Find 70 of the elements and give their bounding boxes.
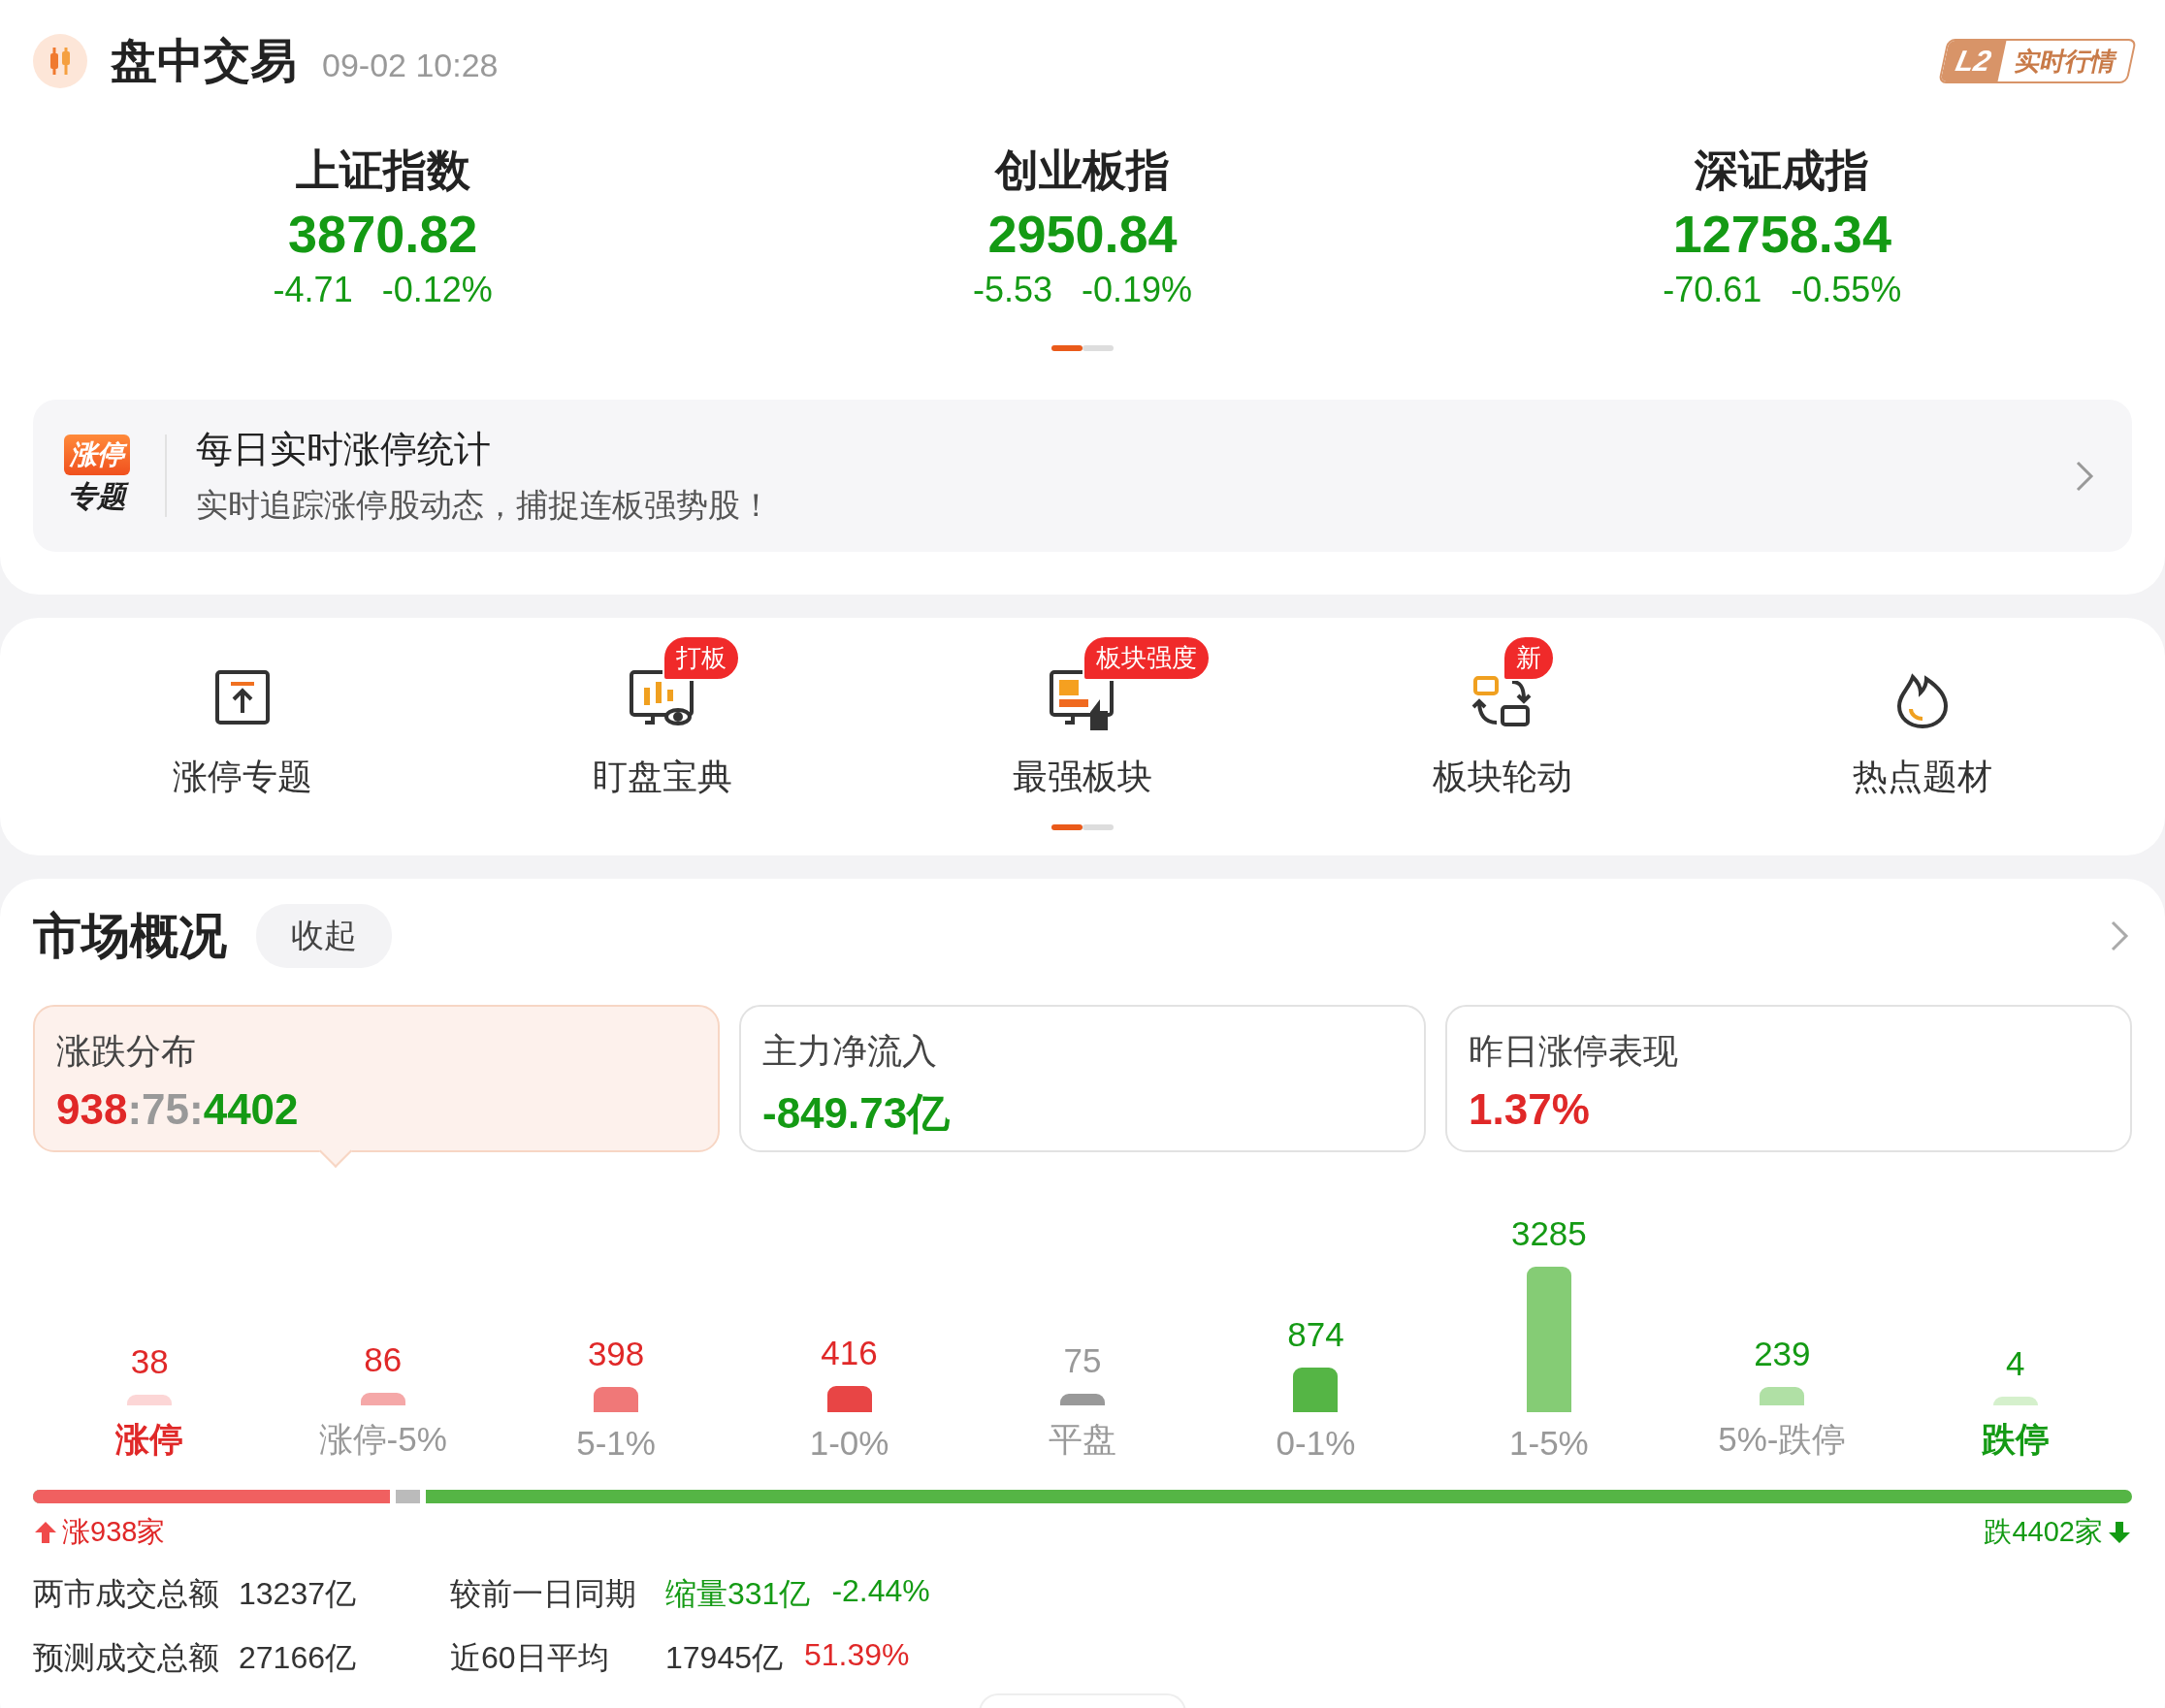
bucket-count: 416 — [821, 1334, 878, 1373]
compare-label: 近60日平均 — [450, 1639, 610, 1677]
stat-label: 主力净流入 — [762, 1030, 938, 1073]
bucket-label: 5-1% — [576, 1424, 656, 1463]
bucket-count: 239 — [1754, 1334, 1811, 1373]
bucket-count: 398 — [587, 1334, 645, 1373]
banner-title: 每日实时涨停统计 — [196, 427, 492, 471]
stat-label: 昨日涨停表现 — [1469, 1030, 1679, 1073]
shortcut-button[interactable]: 热点题材 — [1712, 631, 2132, 801]
index-name: 创业板指 — [995, 145, 1170, 197]
arrow-up-icon — [33, 1520, 58, 1545]
bucket-label: 跌停 — [1981, 1419, 2050, 1460]
stat-card[interactable]: 主力净流入 -849.73亿 — [739, 1005, 1426, 1152]
fall-count-text: 跌4402家 — [1984, 1515, 2103, 1549]
collapse-button[interactable]: 收起 — [256, 904, 392, 968]
shortcut-badge: 新 — [1502, 635, 1555, 681]
banner-subtitle: 实时追踪涨停股动态，捕捉连板强势股！ — [196, 485, 772, 525]
bucket-count: 4 — [2006, 1343, 2025, 1383]
candlestick-logo-icon — [33, 34, 87, 88]
rise-count-text: 涨938家 — [62, 1515, 166, 1549]
shortcut-button[interactable]: 板块强度 最强板块 — [872, 631, 1293, 801]
bucket-label: 1-5% — [1509, 1424, 1589, 1463]
promo-banner[interactable]: 涨停 专题 每日实时涨停统计 实时追踪涨停股动态，捕捉连板强势股！ — [33, 400, 2132, 552]
index-change: -4.71 — [273, 270, 353, 310]
index-name: 深证成指 — [1695, 145, 1870, 197]
index-percent: -0.55% — [1791, 270, 1902, 310]
index-value: 2950.84 — [987, 204, 1178, 264]
bucket-label: 平盘 — [1049, 1419, 1116, 1460]
stat-value: 1.37% — [1469, 1085, 1591, 1134]
update-time: 09-02 10:28 — [322, 46, 499, 84]
turnover-value: 13237亿 — [239, 1575, 356, 1613]
bucket-count: 3285 — [1510, 1214, 1587, 1253]
bucket-count: 75 — [1063, 1340, 1102, 1380]
shortcut-button[interactable]: 涨停专题 — [33, 631, 453, 801]
compare-value: 51.39% — [804, 1637, 910, 1674]
stat-value: 938:75:4402 — [56, 1085, 300, 1134]
turnover-label: 预测成交总额 — [33, 1639, 219, 1677]
index-percent: -0.19% — [1082, 270, 1193, 310]
index-value: 12758.34 — [1672, 204, 1891, 264]
shortcut-badge: 打板 — [662, 635, 741, 681]
bucket-label: 涨停 — [115, 1419, 184, 1460]
index-percent: -0.12% — [381, 270, 493, 310]
index-change: -70.61 — [1663, 270, 1762, 310]
turnover-value: 27166亿 — [239, 1639, 356, 1677]
shortcut-button[interactable]: 新 板块轮动 — [1292, 631, 1713, 801]
stat-label: 涨跌分布 — [56, 1030, 197, 1073]
shortcut-badge: 板块强度 — [1082, 635, 1211, 681]
section-title: 市场概况 — [33, 907, 227, 965]
shortcut-button[interactable]: 打板 盯盘宝典 — [452, 631, 873, 801]
logo-top-text: 涨停 — [64, 435, 130, 475]
stat-card[interactable]: 昨日涨停表现 1.37% — [1445, 1005, 2132, 1152]
stat-card[interactable]: 涨跌分布 938:75:4402 — [33, 1005, 720, 1152]
stat-value: -849.73亿 — [762, 1088, 952, 1139]
bucket-label: 1-0% — [809, 1424, 889, 1463]
bucket-label: 涨停-5% — [318, 1419, 447, 1460]
bucket-count: 874 — [1287, 1314, 1344, 1354]
bucket-count: 86 — [364, 1340, 403, 1380]
bucket-label: 0-1% — [1276, 1424, 1356, 1463]
page-title: 盘中交易 — [111, 34, 297, 88]
turnover-label: 两市成交总额 — [33, 1575, 219, 1613]
index-change: -5.53 — [972, 270, 1052, 310]
compare-value: 缩量331亿 — [665, 1575, 811, 1613]
arrow-down-icon — [2107, 1520, 2132, 1545]
bucket-label: 5%-跌停 — [1718, 1419, 1847, 1460]
index-name: 上证指数 — [295, 145, 470, 197]
index-value: 3870.82 — [288, 204, 478, 264]
compare-value: 17945亿 — [665, 1639, 783, 1677]
compare-label: 较前一日同期 — [450, 1575, 637, 1613]
bucket-count: 38 — [130, 1342, 169, 1382]
compare-value: -2.44% — [831, 1573, 930, 1610]
